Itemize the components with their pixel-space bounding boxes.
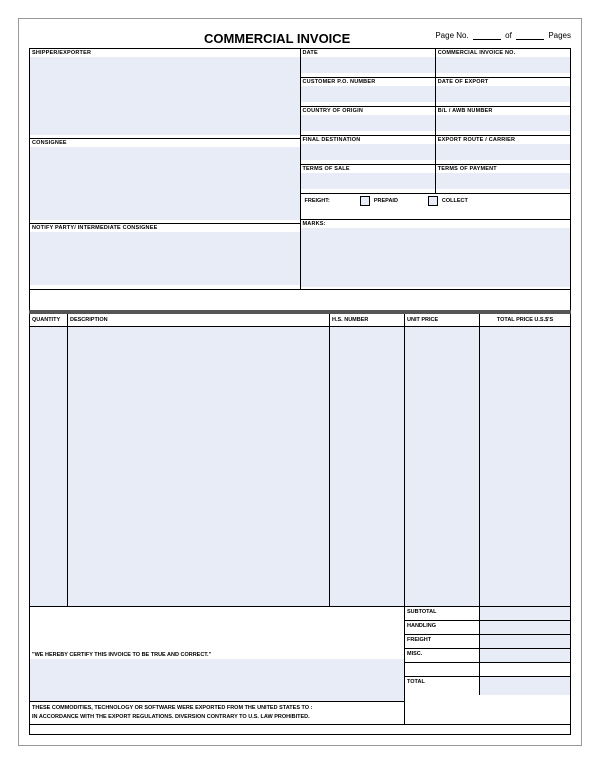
freight-row: FREIGHT: PREPAID COLLECT xyxy=(301,194,571,220)
invoice-no-field[interactable] xyxy=(436,57,570,73)
consignee-field[interactable] xyxy=(30,147,300,220)
customer-po-field[interactable] xyxy=(301,86,435,102)
prepaid-checkbox[interactable] xyxy=(360,196,370,206)
items-table: QUANTITY DESCRIPTION H.S. NUMBER UNIT PR… xyxy=(29,314,571,607)
freight-field[interactable] xyxy=(480,635,570,648)
marks-field[interactable] xyxy=(301,228,571,287)
sum-gap xyxy=(405,663,570,677)
col-quantity: QUANTITY xyxy=(30,314,68,326)
items-header: QUANTITY DESCRIPTION H.S. NUMBER UNIT PR… xyxy=(30,314,570,327)
date-export-cell: DATE OF EXPORT xyxy=(436,78,570,106)
page-no-field[interactable] xyxy=(473,32,501,40)
shipper-cell: SHIPPER/EXPORTER xyxy=(30,49,300,139)
total-row: TOTAL xyxy=(405,677,570,695)
country-origin-cell: COUNTRY OF ORIGIN xyxy=(301,107,436,135)
pages-total-field[interactable] xyxy=(516,32,544,40)
items-body xyxy=(30,327,570,606)
date-cell: DATE xyxy=(301,49,436,77)
invoice-no-cell: COMMERCIAL INVOICE NO. xyxy=(436,49,570,77)
marks-cell: MARKS: xyxy=(301,220,571,289)
unit-field[interactable] xyxy=(405,327,480,606)
bl-awb-cell: B/L / AWB NUMBER xyxy=(436,107,570,135)
desc-field[interactable] xyxy=(68,327,330,606)
title-row: COMMERCIAL INVOICE Page No. of Pages xyxy=(29,29,571,49)
summary: SUBTOTAL HANDLING FREIGHT MISC. TOTAL xyxy=(405,607,570,724)
final-dest-cell: FINAL DESTINATION xyxy=(301,136,436,164)
total-field[interactable] xyxy=(480,327,570,606)
qty-field[interactable] xyxy=(30,327,68,606)
handling-field[interactable] xyxy=(480,621,570,634)
date-field[interactable] xyxy=(301,57,435,73)
gap-spacer xyxy=(29,290,571,310)
disclaimer: THESE COMMODITIES, TECHNOLOGY OR SOFTWAR… xyxy=(30,701,404,724)
grand-total-field[interactable] xyxy=(480,677,570,695)
terms-payment-field[interactable] xyxy=(436,173,570,189)
subtotal-row: SUBTOTAL xyxy=(405,607,570,621)
page-number: Page No. of Pages xyxy=(435,29,571,40)
top-grid: SHIPPER/EXPORTER CONSIGNEE NOTIFY PARTY/… xyxy=(29,49,571,290)
col-description: DESCRIPTION xyxy=(68,314,330,326)
terms-payment-cell: TERMS OF PAYMENT xyxy=(436,165,570,193)
bottom-section: "WE HEREBY CERTIFY THIS INVOICE TO BE TR… xyxy=(29,607,571,725)
consignee-cell: CONSIGNEE xyxy=(30,139,300,224)
subtotal-field[interactable] xyxy=(480,607,570,620)
left-column: SHIPPER/EXPORTER CONSIGNEE NOTIFY PARTY/… xyxy=(30,49,301,289)
terms-sale-field[interactable] xyxy=(301,173,435,189)
footer-space xyxy=(29,725,571,735)
col-hs: H.S. NUMBER xyxy=(330,314,405,326)
handling-row: HANDLING xyxy=(405,621,570,635)
notify-field[interactable] xyxy=(30,232,300,285)
bl-awb-field[interactable] xyxy=(436,115,570,131)
invoice-page: COMMERCIAL INVOICE Page No. of Pages SHI… xyxy=(18,18,582,746)
country-origin-field[interactable] xyxy=(301,115,435,131)
signature-field[interactable] xyxy=(30,659,404,701)
cert-statement: "WE HEREBY CERTIFY THIS INVOICE TO BE TR… xyxy=(30,651,404,659)
cert-space xyxy=(30,607,404,651)
export-route-cell: EXPORT ROUTE / CARRIER xyxy=(436,136,570,164)
right-column: DATE COMMERCIAL INVOICE NO. CUSTOMER P.O… xyxy=(301,49,571,289)
customer-po-cell: CUSTOMER P.O. NUMBER xyxy=(301,78,436,106)
hs-field[interactable] xyxy=(330,327,405,606)
export-route-field[interactable] xyxy=(436,144,570,160)
bottom-left: "WE HEREBY CERTIFY THIS INVOICE TO BE TR… xyxy=(30,607,405,724)
collect-checkbox[interactable] xyxy=(428,196,438,206)
misc-field[interactable] xyxy=(480,649,570,662)
final-dest-field[interactable] xyxy=(301,144,435,160)
shipper-field[interactable] xyxy=(30,57,300,135)
terms-sale-cell: TERMS OF SALE xyxy=(301,165,436,193)
page-title: COMMERCIAL INVOICE xyxy=(29,29,435,48)
date-export-field[interactable] xyxy=(436,86,570,102)
freight-sum-row: FREIGHT xyxy=(405,635,570,649)
col-unit: UNIT PRICE xyxy=(405,314,480,326)
col-total: TOTAL PRICE U.S.$'S xyxy=(480,314,570,326)
misc-row: MISC. xyxy=(405,649,570,663)
notify-cell: NOTIFY PARTY/ INTERMEDIATE CONSIGNEE xyxy=(30,224,300,289)
